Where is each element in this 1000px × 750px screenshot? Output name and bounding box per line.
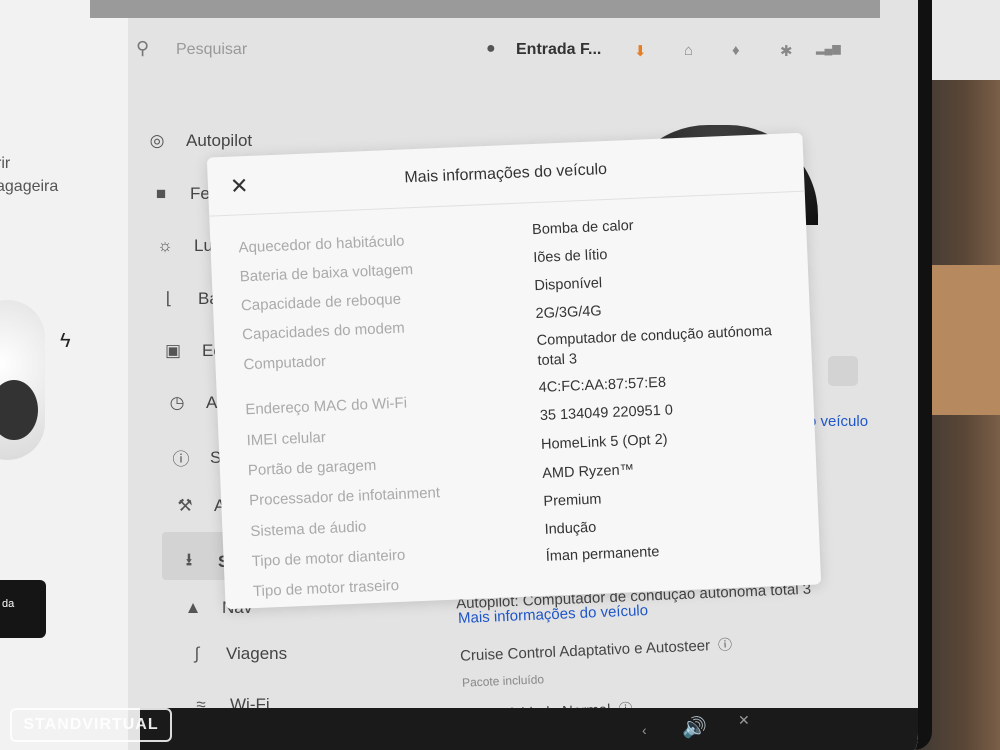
row-label: Sistema de áudio (250, 518, 367, 541)
wrench-icon: ⚒ (177, 496, 193, 515)
row-value: HomeLink 5 (Opt 2) (540, 431, 668, 453)
vehicle-info-modal: ✕ Mais informações do veículo Aquecedor … (206, 132, 822, 610)
info-icon[interactable]: ⓘ (718, 634, 733, 655)
row-value: 4C:FC:AA:87:57:E8 (538, 374, 667, 396)
search-icon[interactable]: ⚲ (136, 38, 149, 59)
row-value: Iões de lítio (532, 246, 608, 267)
row-value: AMD Ryzen™ (541, 462, 635, 482)
row-label: Capacidades do modem (241, 319, 406, 344)
row-label: Bateria de baixa voltagem (239, 261, 414, 286)
row-label: Processador de infotainment (248, 484, 441, 510)
charging-bolt-icon: ϟ (60, 330, 71, 352)
person-icon[interactable]: ● (486, 40, 496, 58)
alarm-icon: ◷ (169, 393, 185, 412)
seat-icon: ⌊ (165, 289, 173, 308)
steering-wheel-icon: ◎ (149, 131, 165, 150)
sidebar-item-trips[interactable]: ∫ Viagens (186, 644, 287, 664)
row-label: Tipo de motor traseiro (252, 577, 400, 601)
vehicle-action-button[interactable]: da (0, 580, 46, 638)
sidebar-item-label: Viagens (226, 644, 288, 663)
bottom-dock (140, 708, 918, 750)
watermark-logo: STANDVIRTUAL (10, 708, 172, 742)
dashboard-wood-trim (930, 265, 1000, 415)
row-label: Endereço MAC do Wi-Fi (245, 394, 408, 419)
left-text-1: rir (0, 155, 11, 172)
toggle-box[interactable] (828, 356, 858, 386)
download-icon[interactable]: ⬇ (634, 42, 647, 60)
row-label: Capacidade de reboque (240, 290, 402, 315)
light-icon: ☼ (157, 236, 173, 255)
row-label: IMEI celular (246, 428, 327, 450)
row-value: 35 134049 220951 0 (539, 402, 674, 424)
search-input[interactable]: Pesquisar (176, 41, 247, 59)
bell-icon[interactable]: ♦ (732, 42, 740, 59)
row-value: Bomba de calor (531, 217, 634, 239)
lock-icon: ■ (155, 184, 167, 203)
row-value: Disponível (534, 275, 603, 295)
row-value: 2G/3G/4G (535, 303, 603, 323)
row-value: Indução (544, 519, 597, 538)
row-label: Tipo de motor dianteiro (251, 546, 406, 571)
close-small-icon[interactable]: ✕ (738, 712, 750, 729)
row-value: Íman permanente (545, 544, 660, 565)
row-label: Aquecedor do habitáculo (238, 232, 405, 257)
speaker-icon[interactable]: 🔊 (682, 715, 707, 740)
chevron-left-icon[interactable]: ‹ (642, 722, 647, 738)
navigation-icon: ▲ (184, 598, 202, 617)
row-value: Premium (543, 491, 602, 510)
sidebar-item-autopilot[interactable]: ◎ Autopilot (146, 131, 253, 151)
safety-icon: ⓘ (172, 450, 190, 469)
vehicle-panel: rir agageira ϟ da (0, 0, 128, 750)
row-label: Computador (243, 352, 327, 374)
profile-name[interactable]: Entrada F... (516, 41, 601, 59)
touchscreen: rir agageira ϟ da ⚲ Pesquisar ● Entrada … (0, 0, 932, 750)
vehicle-link[interactable]: o veículo (808, 413, 868, 430)
row-value: Computador de condução autónoma total 3 (536, 323, 773, 369)
modal-title: Mais informações do veículo (404, 160, 608, 187)
status-bar (90, 0, 880, 18)
bluetooth-icon[interactable]: ✱ (780, 42, 793, 60)
left-text-2: agageira (0, 178, 59, 195)
trips-icon: ∫ (194, 644, 200, 663)
sidebar-item-label: Autopilot (186, 131, 253, 150)
row-label: Portão de garagem (247, 456, 377, 480)
display-icon: ▣ (164, 341, 182, 360)
garage-icon[interactable]: ⌂ (684, 42, 693, 59)
download-icon: ⭳ (186, 550, 192, 569)
lte-signal-icon: ▂▄▆ (816, 43, 841, 55)
